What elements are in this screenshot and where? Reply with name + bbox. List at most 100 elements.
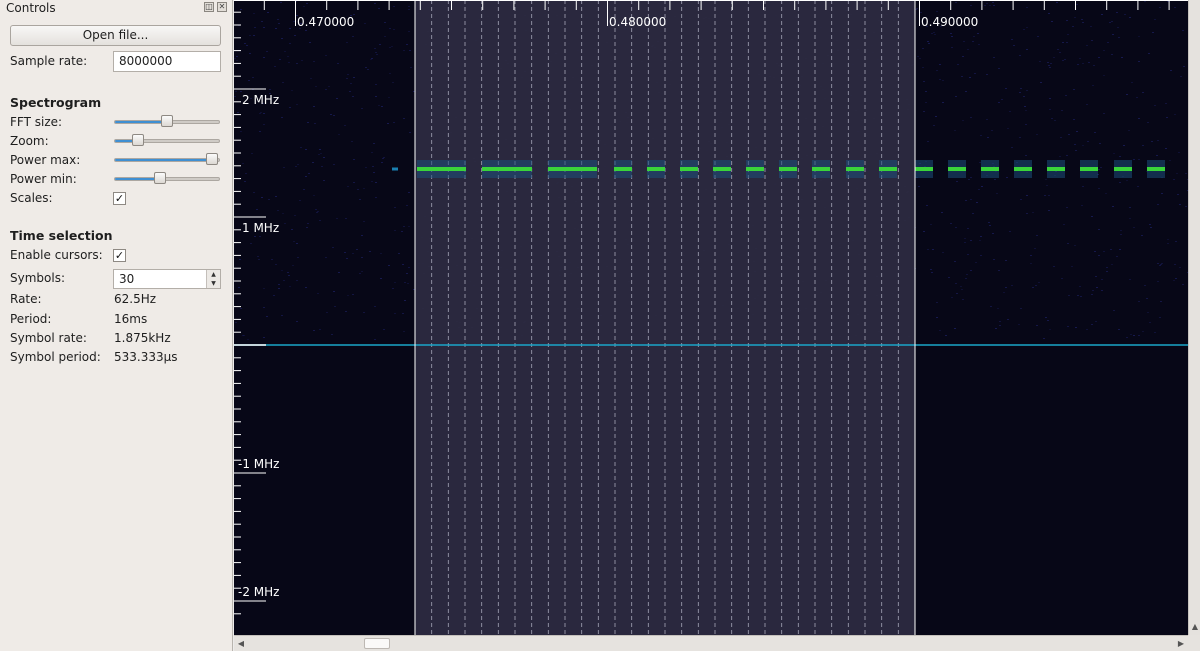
- noise-speck: [976, 202, 978, 203]
- noise-speck: [1035, 285, 1037, 286]
- noise-speck: [305, 176, 307, 177]
- noise-speck: [294, 35, 296, 36]
- noise-speck: [1075, 150, 1077, 151]
- noise-speck: [392, 82, 394, 83]
- scales-checkbox[interactable]: ✓: [113, 192, 126, 205]
- float-icon[interactable]: ◫: [204, 2, 214, 12]
- freq-label-1mhz: 1 MHz: [242, 221, 279, 235]
- symbols-value[interactable]: 30: [119, 272, 134, 286]
- noise-speck: [1121, 57, 1123, 58]
- vertical-scrollbar[interactable]: ▲: [1188, 0, 1200, 635]
- spectrogram-plot[interactable]: 0.470000 0.480000 0.490000 2 MHz 1 MHz -…: [234, 0, 1188, 635]
- noise-speck: [997, 308, 999, 309]
- dock-title: Controls: [6, 1, 56, 15]
- noise-speck: [1049, 329, 1051, 330]
- noise-speck: [1100, 167, 1102, 168]
- noise-speck: [375, 197, 377, 198]
- noise-speck: [1065, 95, 1067, 96]
- slider-handle[interactable]: [205, 153, 218, 165]
- noise-speck: [371, 181, 373, 182]
- spin-arrows-icon[interactable]: ▲ ▼: [206, 270, 220, 288]
- spectrogram-canvas[interactable]: 0.470000 0.480000 0.490000 2 MHz 1 MHz -…: [234, 0, 1188, 635]
- noise-speck: [345, 218, 347, 219]
- noise-speck: [389, 28, 391, 29]
- noise-speck: [986, 74, 988, 75]
- noise-speck: [408, 226, 410, 227]
- noise-speck: [993, 57, 995, 58]
- signal-burst: [548, 167, 597, 171]
- noise-speck: [1077, 295, 1079, 296]
- noise-speck: [305, 149, 307, 150]
- noise-speck: [1177, 194, 1179, 195]
- noise-speck: [1005, 260, 1007, 261]
- noise-speck: [293, 241, 295, 242]
- noise-speck: [923, 81, 925, 82]
- slider-handle[interactable]: [153, 172, 166, 184]
- scroll-up-icon[interactable]: ▲: [1190, 622, 1200, 634]
- noise-speck: [1095, 321, 1097, 322]
- horizontal-scrollbar[interactable]: ◀ ▶: [234, 635, 1188, 651]
- noise-speck: [1053, 57, 1055, 58]
- close-icon[interactable]: ✕: [217, 2, 227, 12]
- noise-speck: [919, 58, 921, 59]
- noise-speck: [1049, 98, 1051, 99]
- noise-speck: [1091, 294, 1093, 295]
- noise-speck: [319, 149, 321, 150]
- symbols-spinbox[interactable]: 30 ▲ ▼: [113, 269, 221, 289]
- noise-speck: [374, 48, 376, 49]
- noise-speck: [281, 315, 283, 316]
- noise-speck: [1034, 248, 1036, 249]
- noise-speck: [991, 130, 993, 131]
- noise-speck: [314, 123, 316, 124]
- fft-size-slider[interactable]: [114, 115, 220, 129]
- noise-speck: [363, 221, 365, 222]
- noise-speck: [1088, 62, 1090, 63]
- noise-speck: [1024, 106, 1026, 107]
- noise-speck: [1036, 325, 1038, 326]
- scrollbar-thumb[interactable]: [364, 638, 390, 649]
- noise-speck: [1061, 110, 1063, 111]
- scroll-left-icon[interactable]: ◀: [235, 637, 247, 650]
- sample-rate-input[interactable]: 8000000: [113, 51, 221, 72]
- noise-speck: [408, 9, 410, 10]
- time-label-0490: 0.490000: [921, 15, 978, 29]
- noise-speck: [235, 322, 237, 323]
- noise-speck: [239, 259, 241, 260]
- noise-speck: [378, 8, 380, 9]
- controls-dock: Controls ◫ ✕ Open file... Sample rate: 8…: [0, 0, 233, 651]
- noise-speck: [1098, 188, 1100, 189]
- noise-speck: [269, 89, 271, 90]
- power-max-slider[interactable]: [114, 153, 220, 167]
- noise-speck: [337, 63, 339, 64]
- noise-speck: [966, 274, 968, 275]
- slider-handle[interactable]: [161, 115, 173, 127]
- noise-speck: [1067, 34, 1069, 35]
- noise-speck: [296, 243, 298, 244]
- noise-speck: [1093, 65, 1095, 66]
- noise-speck: [1026, 195, 1028, 196]
- zoom-slider[interactable]: [114, 134, 220, 148]
- power-min-slider[interactable]: [114, 172, 220, 186]
- symbol-rate-label: Symbol rate:: [10, 331, 87, 345]
- noise-speck: [970, 270, 972, 271]
- noise-speck: [1130, 334, 1132, 335]
- noise-speck: [918, 186, 920, 187]
- noise-speck: [287, 56, 289, 57]
- open-file-button[interactable]: Open file...: [10, 25, 221, 46]
- noise-speck: [289, 107, 291, 108]
- slider-handle[interactable]: [132, 134, 145, 146]
- noise-speck: [1147, 312, 1149, 313]
- noise-speck: [1138, 159, 1140, 160]
- noise-speck: [998, 102, 1000, 103]
- scroll-right-icon[interactable]: ▶: [1175, 637, 1187, 650]
- enable-cursors-checkbox[interactable]: ✓: [113, 249, 126, 262]
- noise-speck: [346, 258, 348, 259]
- noise-speck: [923, 231, 925, 232]
- noise-speck: [310, 78, 312, 79]
- noise-speck: [931, 33, 933, 34]
- noise-speck: [367, 69, 369, 70]
- noise-speck: [371, 152, 373, 153]
- noise-speck: [1086, 104, 1088, 105]
- noise-speck: [325, 89, 327, 90]
- noise-speck: [408, 267, 410, 268]
